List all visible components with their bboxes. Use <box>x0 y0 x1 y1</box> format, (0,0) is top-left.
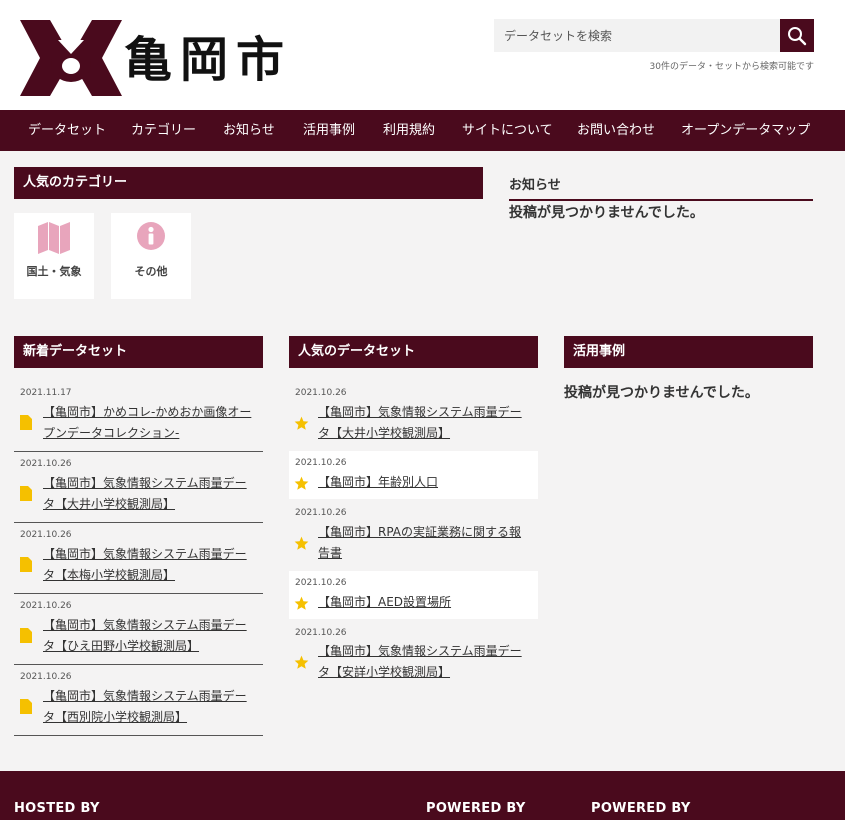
main-navigation: データセット カテゴリー お知らせ 活用事例 利用規約 サイトについて お問い合… <box>0 110 845 151</box>
dataset-link[interactable]: 【亀岡市】気象情報システム雨量データ【安詳小学校観測局】 <box>318 641 532 683</box>
info-icon <box>137 222 165 250</box>
category-card-other[interactable]: その他 <box>111 213 191 299</box>
map-icon <box>38 222 70 254</box>
dataset-date: 2021.10.26 <box>295 458 347 468</box>
dataset-link[interactable]: 【亀岡市】気象情報システム雨量データ【大井小学校観測局】 <box>43 473 257 515</box>
list-item[interactable]: 2021.10.26 【亀岡市】気象情報システム雨量データ【本梅小学校観測局】 <box>14 523 263 594</box>
nav-item-news[interactable]: お知らせ <box>223 110 275 151</box>
nav-item-categories[interactable]: カテゴリー <box>131 110 196 151</box>
notices-heading: お知らせ <box>509 174 813 201</box>
document-icon <box>20 415 32 430</box>
popular-categories-heading: 人気のカテゴリー <box>14 167 483 199</box>
nav-item-open-data-map[interactable]: オープンデータマップ <box>681 110 810 151</box>
dataset-date: 2021.10.26 <box>20 601 72 611</box>
list-item[interactable]: 2021.10.26 【亀岡市】気象情報システム雨量データ【大井小学校観測局】 <box>289 380 538 450</box>
star-icon <box>294 416 309 430</box>
dataset-link[interactable]: 【亀岡市】気象情報システム雨量データ【大井小学校観測局】 <box>318 402 532 444</box>
list-item[interactable]: 2021.10.26 【亀岡市】気象情報システム雨量データ【ひえ田野小学校観測局… <box>14 594 263 665</box>
dataset-link[interactable]: 【亀岡市】AED設置場所 <box>318 592 532 613</box>
list-item[interactable]: 2021.10.26 【亀岡市】年齢別人口 <box>289 451 538 499</box>
dataset-date: 2021.10.26 <box>295 628 347 638</box>
site-footer: HOSTED BY POWERED BY POWERED BY <box>0 771 845 820</box>
document-icon <box>20 628 32 643</box>
dataset-date: 2021.10.26 <box>20 672 72 682</box>
search-icon <box>788 26 807 45</box>
category-label: その他 <box>134 265 168 278</box>
list-item[interactable]: 2021.10.26 【亀岡市】RPAの実証業務に関する報告書 <box>289 500 538 570</box>
use-cases-empty-message: 投稿が見つかりませんでした。 <box>564 385 759 401</box>
document-icon <box>20 699 32 714</box>
star-icon <box>294 655 309 669</box>
nav-item-use-cases[interactable]: 活用事例 <box>303 110 355 151</box>
list-item[interactable]: 2021.10.26 【亀岡市】AED設置場所 <box>289 571 538 619</box>
search-input[interactable] <box>494 19 780 52</box>
dataset-date: 2021.11.17 <box>20 388 72 398</box>
document-icon <box>20 557 32 572</box>
dataset-date: 2021.10.26 <box>20 459 72 469</box>
footer-powered-by-label: POWERED BY <box>426 801 526 816</box>
site-header: 亀岡市 30件のデータ・セットから検索可能です <box>0 0 845 110</box>
category-card-land-weather[interactable]: 国土・気象 <box>14 213 94 299</box>
nav-item-about[interactable]: サイトについて <box>462 110 553 151</box>
document-icon <box>20 486 32 501</box>
nav-item-terms[interactable]: 利用規約 <box>383 110 435 151</box>
use-cases-heading: 活用事例 <box>564 336 813 368</box>
dataset-link[interactable]: 【亀岡市】気象情報システム雨量データ【西別院小学校観測局】 <box>43 686 257 728</box>
category-label: 国土・気象 <box>26 265 82 278</box>
dataset-date: 2021.10.26 <box>295 388 347 398</box>
dataset-link[interactable]: 【亀岡市】かめコレ-かめおか画像オープンデータコレクション- <box>43 402 257 444</box>
popular-datasets-heading: 人気のデータセット <box>289 336 538 368</box>
star-icon <box>294 536 309 550</box>
search-dataset-count-note: 30件のデータ・セットから検索可能です <box>649 62 814 72</box>
list-item[interactable]: 2021.10.26 【亀岡市】気象情報システム雨量データ【安詳小学校観測局】 <box>289 620 538 690</box>
star-icon <box>294 476 309 490</box>
dataset-link[interactable]: 【亀岡市】RPAの実証業務に関する報告書 <box>318 522 532 564</box>
footer-powered-by-label-2: POWERED BY <box>591 801 691 816</box>
dataset-date: 2021.10.26 <box>295 508 347 518</box>
nav-item-datasets[interactable]: データセット <box>28 110 106 151</box>
dataset-date: 2021.10.26 <box>295 578 347 588</box>
footer-hosted-by-label: HOSTED BY <box>14 801 100 816</box>
dataset-link[interactable]: 【亀岡市】年齢別人口 <box>318 472 532 493</box>
search-button[interactable] <box>780 19 814 52</box>
city-name-logo-text: 亀岡市 <box>124 32 293 88</box>
notices-empty-message: 投稿が見つかりませんでした。 <box>509 205 704 221</box>
list-item[interactable]: 2021.10.26 【亀岡市】気象情報システム雨量データ【大井小学校観測局】 <box>14 452 263 523</box>
dataset-link[interactable]: 【亀岡市】気象情報システム雨量データ【本梅小学校観測局】 <box>43 544 257 586</box>
list-item[interactable]: 2021.10.26 【亀岡市】気象情報システム雨量データ【西別院小学校観測局】 <box>14 665 263 736</box>
dataset-link[interactable]: 【亀岡市】気象情報システム雨量データ【ひえ田野小学校観測局】 <box>43 615 257 657</box>
nav-item-contact[interactable]: お問い合わせ <box>577 110 655 151</box>
dataset-date: 2021.10.26 <box>20 530 72 540</box>
star-icon <box>294 596 309 610</box>
new-datasets-heading: 新着データセット <box>14 336 263 368</box>
list-item[interactable]: 2021.11.17 【亀岡市】かめコレ-かめおか画像オープンデータコレクション… <box>14 380 263 452</box>
